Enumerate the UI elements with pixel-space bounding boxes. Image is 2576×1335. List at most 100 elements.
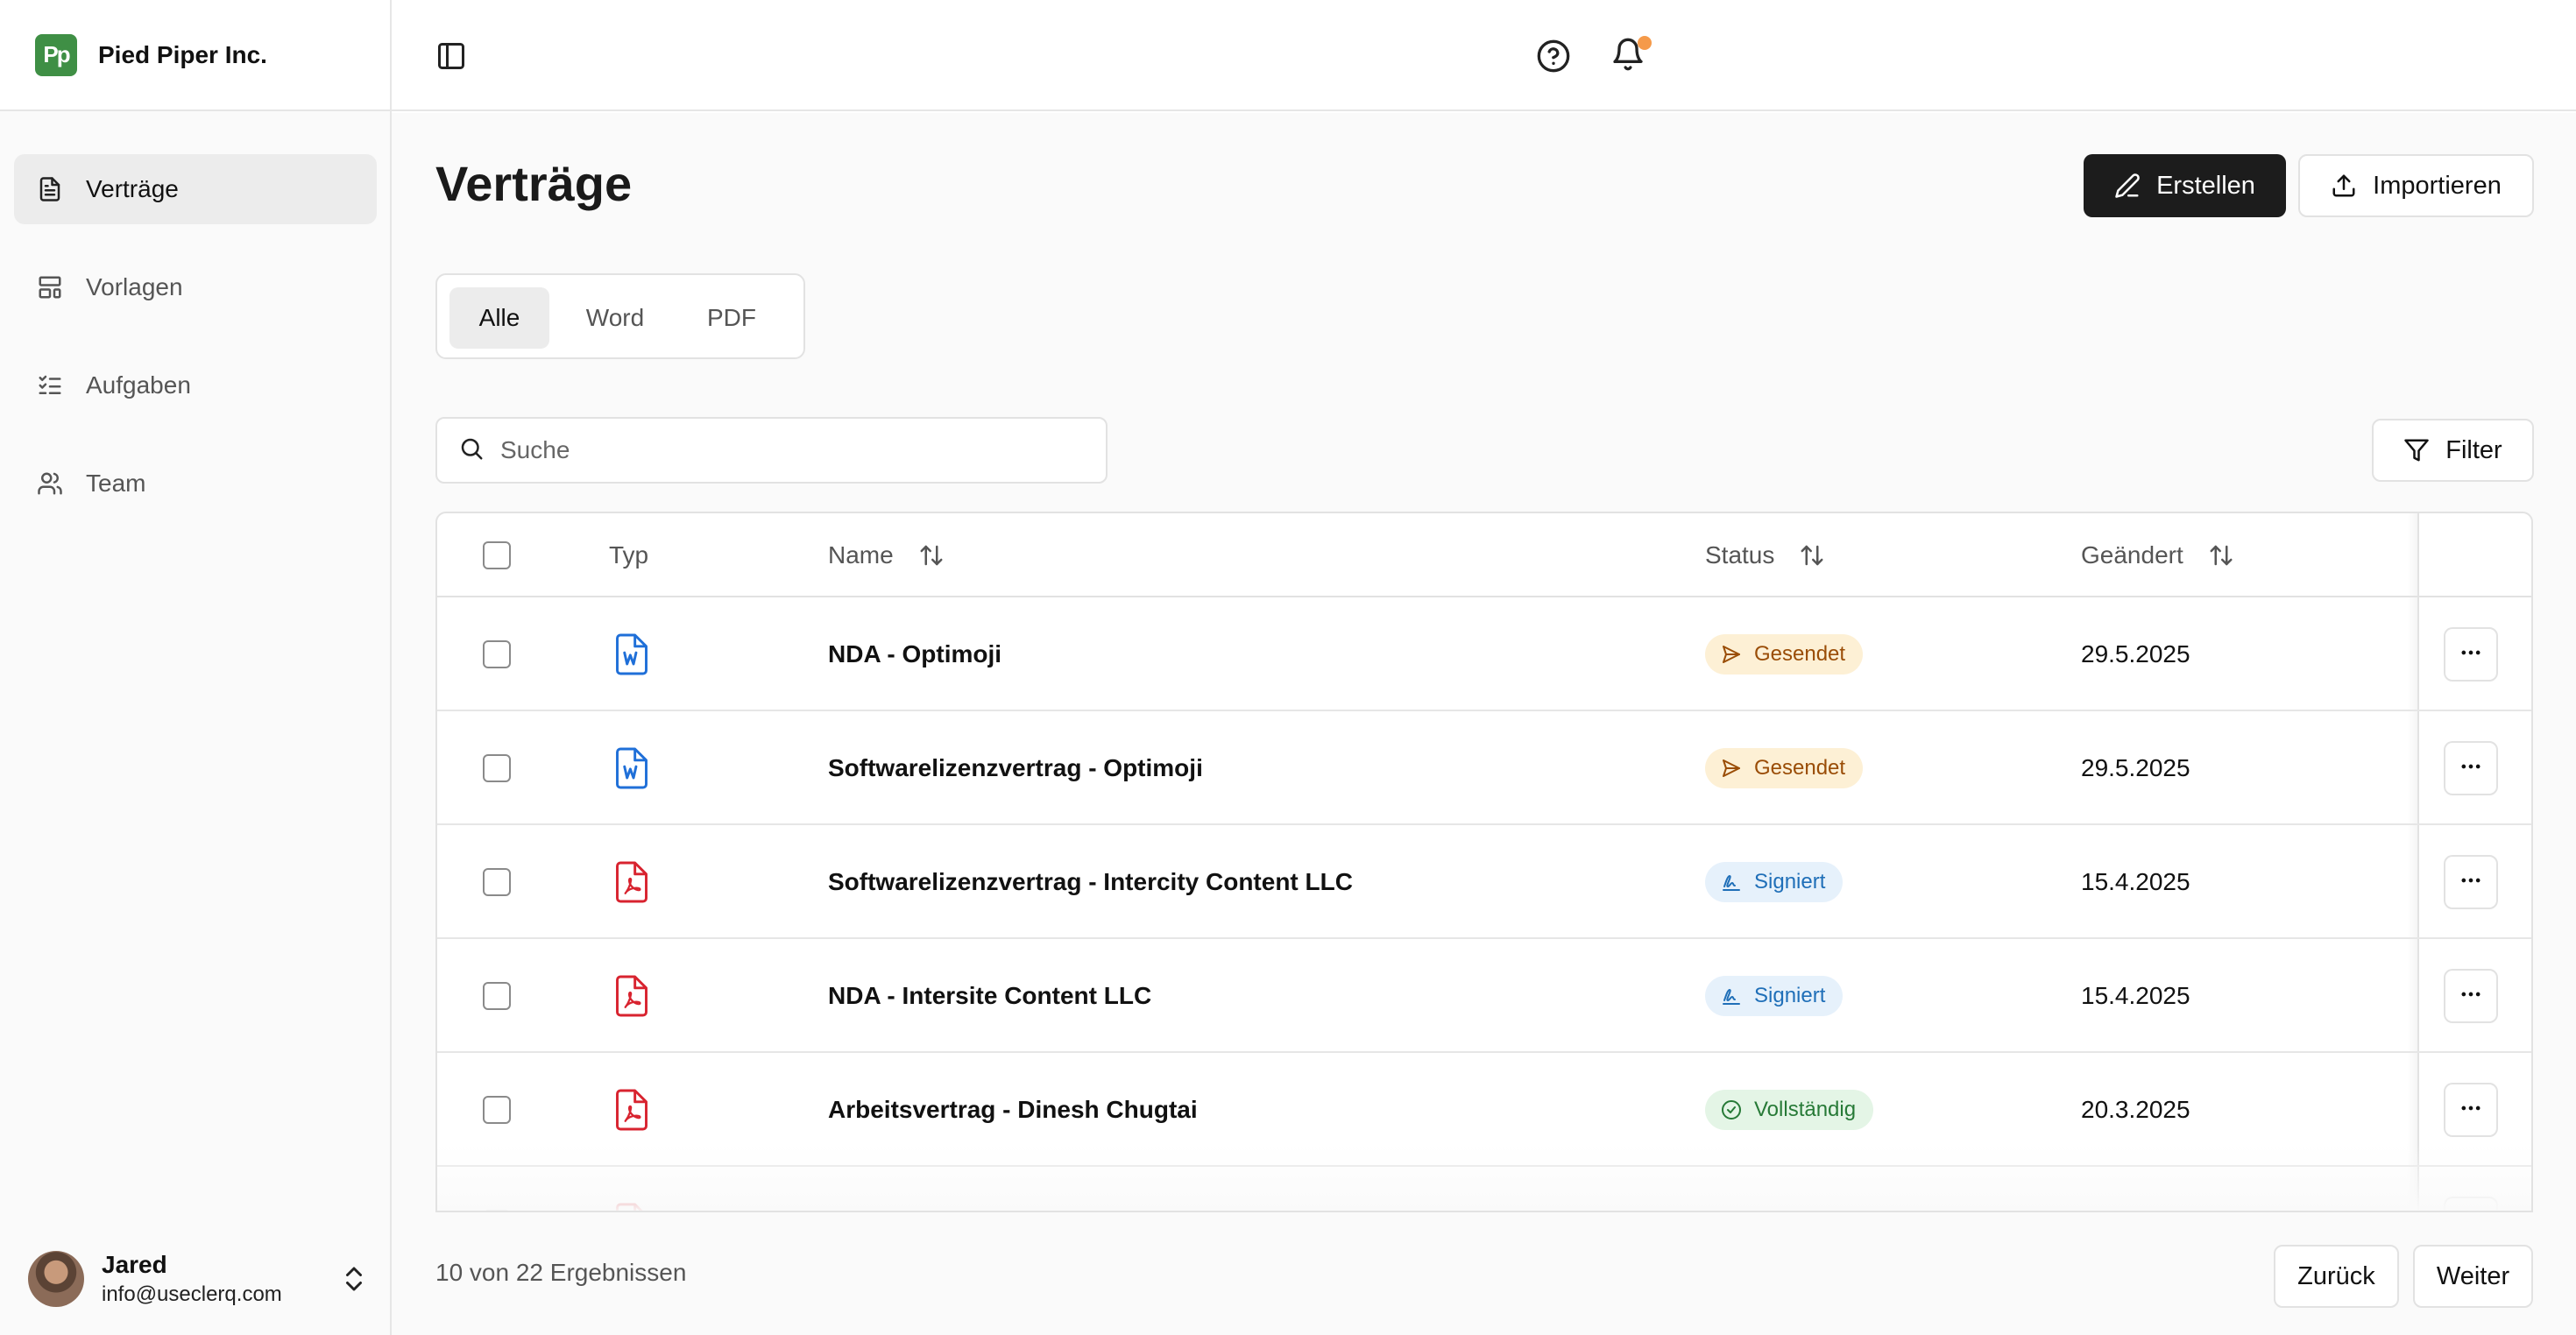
status-cell: Signiert bbox=[1705, 939, 1844, 1053]
table-row[interactable]: Softwarelizenzvertrag - Optimoji Gesende… bbox=[437, 711, 2531, 825]
main-content: Verträge Erstellen Importieren Alle Word… bbox=[392, 113, 2576, 1335]
sort-icon[interactable] bbox=[2208, 542, 2234, 569]
row-name[interactable]: NDA - Optimoji bbox=[828, 597, 1001, 711]
previous-page-button[interactable]: Zurück bbox=[2274, 1245, 2399, 1308]
sidebar-toggle-icon[interactable] bbox=[435, 40, 467, 72]
next-page-button[interactable]: Weiter bbox=[2413, 1245, 2533, 1308]
table-row[interactable]: NDA - Optimoji Gesendet 29.5.2025 bbox=[437, 597, 2531, 711]
status-badge: Vollständig bbox=[1705, 1090, 1874, 1130]
row-name[interactable]: NDA - Intersite Content LLC bbox=[828, 939, 1151, 1053]
brand-logo: Pp bbox=[35, 33, 77, 76]
row-changed-date: 15.4.2025 bbox=[2081, 982, 2190, 1009]
table-row[interactable]: Softwarelizenzvertrag - Intercity Conten… bbox=[437, 825, 2531, 939]
status-cell: Signiert bbox=[1705, 825, 1844, 939]
filter-icon bbox=[2403, 436, 2431, 464]
status-label: Signiert bbox=[1754, 984, 1826, 1007]
search-icon bbox=[458, 435, 485, 466]
row-name[interactable]: Softwarelizenzvertrag - Intercity Conten… bbox=[828, 825, 1353, 939]
status-label: Signiert bbox=[1754, 870, 1826, 894]
row-changed-date: 29.5.2025 bbox=[2081, 640, 2190, 668]
search-input[interactable] bbox=[500, 436, 1096, 464]
tab-word[interactable]: Word bbox=[556, 287, 674, 349]
tab-alle[interactable]: Alle bbox=[449, 287, 549, 349]
user-menu[interactable]: Jared info@useclerq.com bbox=[28, 1244, 370, 1314]
user-info: Jared info@useclerq.com bbox=[102, 1251, 282, 1307]
signature-icon bbox=[1721, 871, 1744, 894]
row-name[interactable]: Softwarelizenzvertrag - Optimoji bbox=[828, 711, 1203, 825]
import-button[interactable]: Importieren bbox=[2298, 154, 2534, 217]
sort-icon[interactable] bbox=[918, 542, 945, 569]
sidebar-item-vertraege[interactable]: Verträge bbox=[14, 154, 377, 224]
signature-icon bbox=[1721, 985, 1744, 1007]
status-badge: Signiert bbox=[1705, 976, 1844, 1016]
row-actions-button[interactable] bbox=[2444, 855, 2498, 909]
row-actions-button[interactable] bbox=[2444, 741, 2498, 795]
sort-icon[interactable] bbox=[1799, 542, 1825, 569]
sidebar-item-label: Verträge bbox=[86, 175, 179, 202]
create-button[interactable]: Erstellen bbox=[2084, 154, 2286, 217]
word-file-icon bbox=[612, 711, 651, 825]
results-summary: 10 von 22 Ergebnissen bbox=[435, 1259, 687, 1286]
sidebar-item-team[interactable]: Team bbox=[14, 449, 377, 519]
row-actions-button[interactable] bbox=[2444, 1083, 2498, 1137]
row-checkbox[interactable] bbox=[483, 1096, 511, 1124]
sidebar-item-label: Vorlagen bbox=[86, 273, 183, 300]
status-label: Gesendet bbox=[1754, 642, 1846, 666]
search-box bbox=[435, 417, 1108, 484]
create-button-label: Erstellen bbox=[2156, 171, 2255, 200]
table-scroll-fade bbox=[437, 1144, 2531, 1211]
row-actions-button[interactable] bbox=[2444, 627, 2498, 682]
notification-dot bbox=[1638, 36, 1652, 50]
row-changed-date: 29.5.2025 bbox=[2081, 754, 2190, 781]
row-checkbox[interactable] bbox=[483, 982, 511, 1010]
column-header-status[interactable]: Status bbox=[1705, 513, 1825, 597]
filter-button-label: Filter bbox=[2445, 435, 2502, 464]
type-tabs: Alle Word PDF bbox=[435, 273, 805, 359]
sidebar-item-label: Team bbox=[86, 470, 146, 497]
more-horizontal-icon bbox=[2459, 982, 2483, 1011]
sidebar-item-aufgaben[interactable]: Aufgaben bbox=[14, 350, 377, 420]
status-label: Vollständig bbox=[1754, 1098, 1857, 1121]
help-circle-icon[interactable] bbox=[1536, 39, 1571, 74]
sidebar-nav: Verträge Vorlagen Aufgaben Team bbox=[14, 154, 377, 547]
filter-button[interactable]: Filter bbox=[2372, 419, 2534, 482]
status-cell: Gesendet bbox=[1705, 597, 1864, 711]
send-icon bbox=[1721, 643, 1744, 666]
status-label: Gesendet bbox=[1754, 756, 1846, 780]
status-badge: Gesendet bbox=[1705, 634, 1864, 675]
sidebar-item-vorlagen[interactable]: Vorlagen bbox=[14, 252, 377, 322]
row-checkbox[interactable] bbox=[483, 754, 511, 782]
column-header-label: Geändert bbox=[2081, 541, 2183, 569]
sidebar-item-label: Aufgaben bbox=[86, 371, 191, 399]
column-header-label: Status bbox=[1705, 541, 1775, 569]
status-badge: Signiert bbox=[1705, 862, 1844, 902]
brand-header: Pp Pied Piper Inc. bbox=[0, 0, 390, 111]
row-actions-button[interactable] bbox=[2444, 969, 2498, 1023]
send-icon bbox=[1721, 757, 1744, 780]
column-header-changed[interactable]: Geändert bbox=[2081, 513, 2234, 597]
avatar bbox=[28, 1251, 84, 1307]
sidebar: Pp Pied Piper Inc. Verträge Vorlagen Auf… bbox=[0, 0, 392, 1335]
pdf-file-icon bbox=[612, 939, 651, 1053]
pdf-file-icon bbox=[612, 825, 651, 939]
row-checkbox[interactable] bbox=[483, 868, 511, 896]
tab-pdf[interactable]: PDF bbox=[679, 287, 784, 349]
table-row[interactable]: NDA - Intersite Content LLC Signiert 15.… bbox=[437, 939, 2531, 1053]
row-checkbox[interactable] bbox=[483, 640, 511, 668]
status-cell: Gesendet bbox=[1705, 711, 1864, 825]
user-name: Jared bbox=[102, 1251, 167, 1278]
list-checks-icon bbox=[35, 371, 65, 400]
page-title: Verträge bbox=[435, 156, 633, 211]
layout-template-icon bbox=[35, 272, 65, 302]
brand-name: Pied Piper Inc. bbox=[98, 40, 267, 68]
row-changed-date: 15.4.2025 bbox=[2081, 868, 2190, 895]
chevrons-up-down-icon[interactable] bbox=[338, 1263, 370, 1295]
app-window: Pp Pied Piper Inc. Verträge Vorlagen Auf… bbox=[0, 0, 2576, 1335]
column-header-name[interactable]: Name bbox=[828, 513, 945, 597]
select-all-checkbox[interactable] bbox=[483, 541, 511, 569]
document-icon bbox=[35, 174, 65, 204]
more-horizontal-icon bbox=[2459, 640, 2483, 669]
pencil-icon bbox=[2114, 172, 2142, 200]
more-horizontal-icon bbox=[2459, 754, 2483, 783]
status-badge: Gesendet bbox=[1705, 748, 1864, 788]
